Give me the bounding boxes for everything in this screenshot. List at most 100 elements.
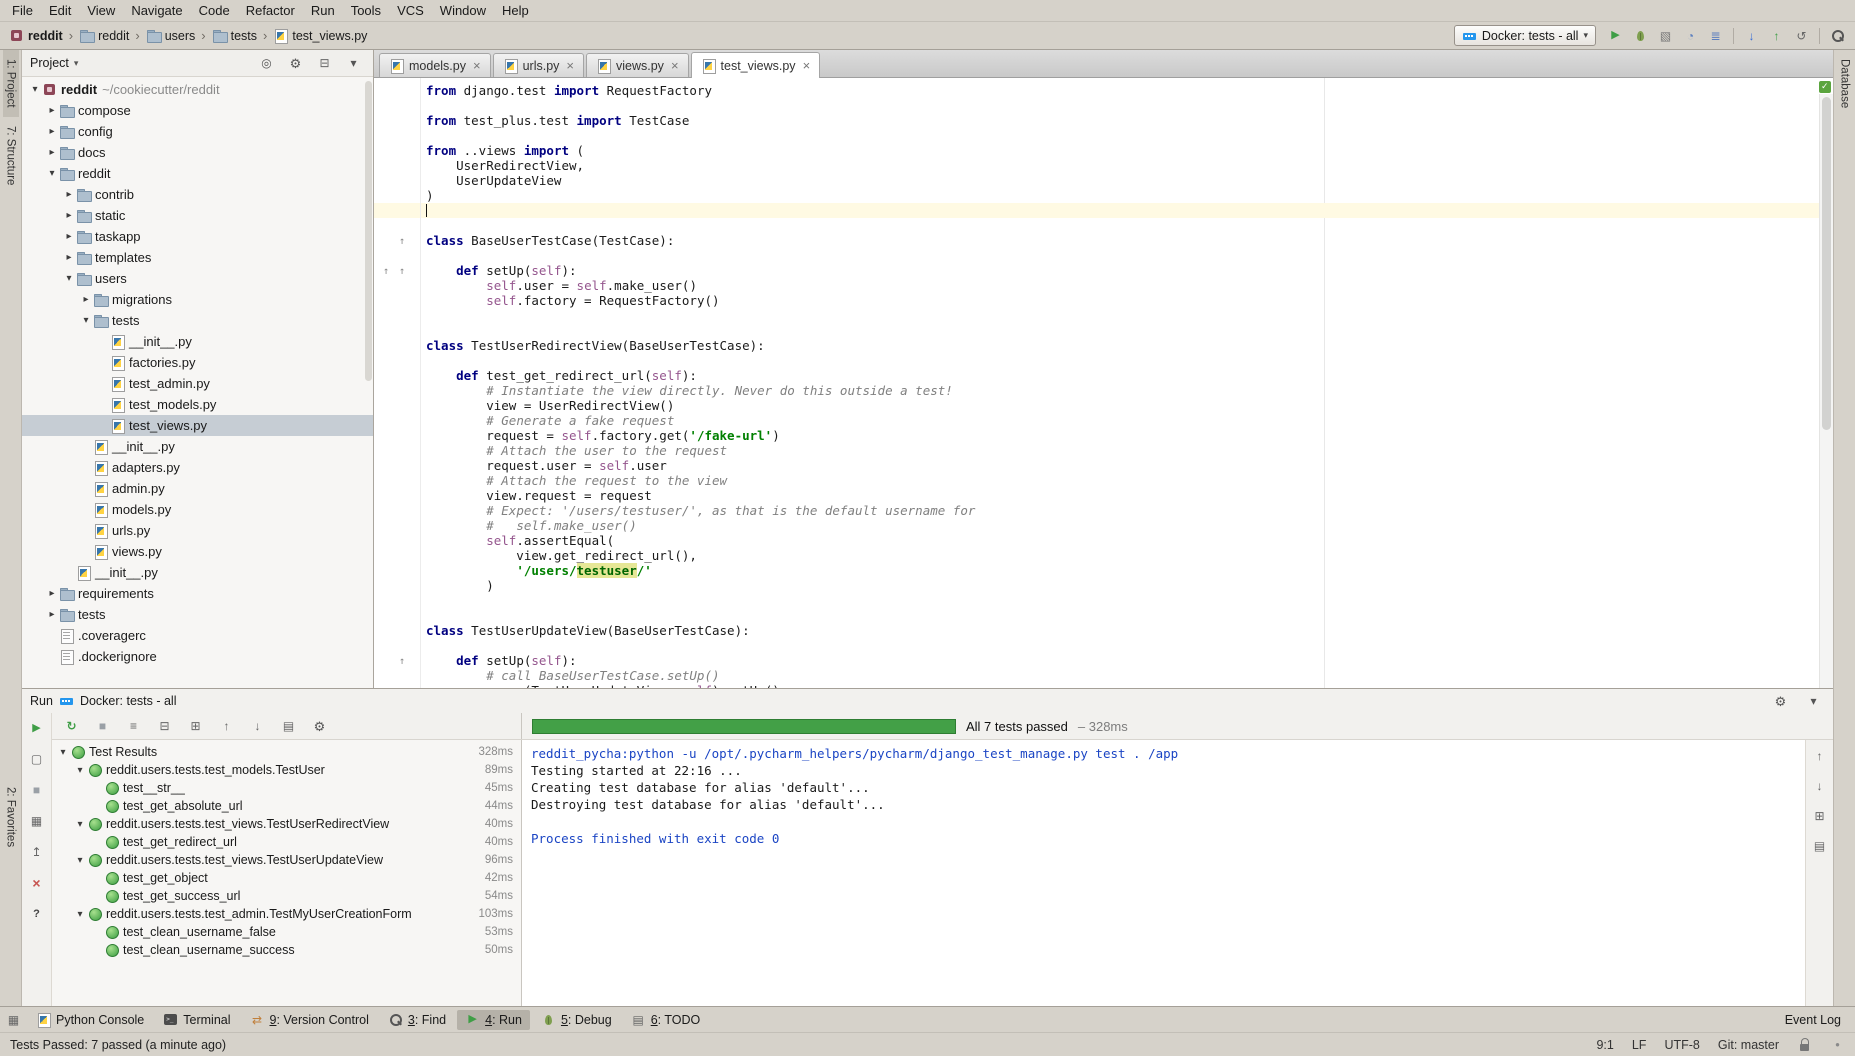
code-line[interactable]: # Expect: '/users/testuser/', as that is… [374,503,1833,518]
code-line[interactable]: def setUp(self): [374,653,1833,668]
code-line[interactable] [374,608,1833,623]
breadcrumb-item-reddit[interactable]: reddit [76,28,132,44]
menu-vcs[interactable]: VCS [389,1,432,20]
toolbar-debug-button[interactable] [1629,25,1652,47]
tree-item-templates[interactable]: ▸templates [22,247,373,268]
chevron-collapsed-icon[interactable]: ▸ [62,252,76,263]
code-line[interactable] [374,593,1833,608]
tool-stripe-1-project[interactable]: 1: Project [3,50,19,117]
chevron-collapsed-icon[interactable]: ▸ [62,189,76,200]
toolwindow-version-control[interactable]: 9: Version Control [242,1010,377,1030]
tool-stripe-7-structure[interactable]: 7: Structure [3,117,19,194]
breadcrumb-item-tests[interactable]: tests [209,28,260,44]
menu-tools[interactable]: Tools [343,1,389,20]
test-toolbar-down-button[interactable] [246,715,269,737]
code-line[interactable]: # Instantiate the view directly. Never d… [374,383,1833,398]
code-line[interactable]: # Attach the request to the view [374,473,1833,488]
code-line[interactable] [374,638,1833,653]
chevron-collapsed-icon[interactable]: ▸ [45,147,59,158]
toolwindow-find[interactable]: 3: Find [380,1010,454,1030]
console-export-button[interactable] [1808,835,1831,857]
chevron-expanded-icon[interactable]: ▾ [62,273,76,284]
tree-item-admin-py[interactable]: admin.py [22,478,373,499]
tree-item-reddit[interactable]: ▾reddit [22,163,373,184]
code-line[interactable]: self.factory = RequestFactory() [374,293,1833,308]
run-stripe-pin-button[interactable] [25,841,48,863]
tree-item-docs[interactable]: ▸docs [22,142,373,163]
inspections-ok-icon[interactable] [1819,81,1831,93]
status-9-1[interactable]: 9:1 [1596,1038,1613,1052]
run-console[interactable]: reddit_pycha:python -u /opt/.pycharm_hel… [522,740,1805,1006]
test-toolbar-expand-button[interactable] [184,715,207,737]
test-item-test-clean-username-false[interactable]: test_clean_username_false53ms [52,923,521,941]
project-header-collapse-button[interactable] [313,52,336,74]
tree-item-requirements[interactable]: ▸requirements [22,583,373,604]
menu-refactor[interactable]: Refactor [238,1,303,20]
tab-test-views-py[interactable]: test_views.py× [691,52,821,78]
notifications-icon[interactable] [1830,1038,1845,1052]
tree-item-test-admin-py[interactable]: test_admin.py [22,373,373,394]
code-line[interactable]: UserRedirectView, [374,158,1833,173]
menu-code[interactable]: Code [191,1,238,20]
editor-scrollbar[interactable] [1819,94,1833,688]
override-marker-icon[interactable]: ↑ [396,264,408,279]
chevron-down-icon[interactable]: ▾ [74,58,79,69]
toolwindow-terminal[interactable]: Terminal [155,1010,238,1030]
breadcrumb-item-test-views-py[interactable]: test_views.py [270,28,370,44]
close-icon[interactable]: × [803,58,811,73]
chevron-collapsed-icon[interactable]: ▸ [45,609,59,620]
toolwindow-debug[interactable]: 5: Debug [533,1010,620,1030]
test-item-reddit-users-tests-test-models-testuser[interactable]: ▾reddit.users.tests.test_models.TestUser… [52,761,521,779]
tree-item-dockerignore[interactable]: .dockerignore [22,646,373,667]
menu-view[interactable]: View [79,1,123,20]
run-header-settings-button[interactable] [1769,690,1792,712]
test-toolbar-export-button[interactable] [277,715,300,737]
breadcrumb-item-users[interactable]: users [143,28,199,44]
tree-item-reddit[interactable]: ▾reddit~/cookiecutter/reddit [22,79,373,100]
tree-item-static[interactable]: ▸static [22,205,373,226]
override-marker-icon[interactable]: ↑ [396,654,408,669]
status-message[interactable]: Tests Passed: 7 passed (a minute ago) [10,1038,226,1052]
breadcrumb-item-reddit[interactable]: reddit [6,28,66,44]
tree-item-factories-py[interactable]: factories.py [22,352,373,373]
tree-item-test-views-py[interactable]: test_views.py [22,415,373,436]
code-line[interactable]: class TestUserUpdateView(BaseUserTestCas… [374,623,1833,638]
close-icon[interactable]: × [473,58,481,73]
menu-run[interactable]: Run [303,1,343,20]
toolbar-vcs-update-button[interactable] [1740,25,1763,47]
code-line[interactable] [374,98,1833,113]
run-header-hide-button[interactable] [1802,690,1825,712]
test-item-test-str[interactable]: test__str__45ms [52,779,521,797]
code-line[interactable]: # call BaseUserTestCase.setUp() [374,668,1833,683]
toolbar-run-button[interactable] [1604,25,1627,47]
toolbar-profiler-button[interactable] [1679,25,1702,47]
console-down-button[interactable] [1808,775,1831,797]
run-stripe-run-button[interactable] [25,717,48,739]
chevron-collapsed-icon[interactable]: ▸ [45,126,59,137]
toolbar-coverage-button[interactable] [1654,25,1677,47]
code-line[interactable]: view.get_redirect_url(), [374,548,1833,563]
code-line[interactable]: # Generate a fake request [374,413,1833,428]
code-line[interactable]: request.user = self.user [374,458,1833,473]
code-line[interactable]: request = self.factory.get('/fake-url') [374,428,1833,443]
code-line[interactable]: self.assertEqual( [374,533,1833,548]
toolbar-concurrency-button[interactable] [1704,25,1727,47]
toolwindow-event-log[interactable]: Event Log [1777,1010,1849,1030]
run-config-selector[interactable]: Docker: tests - all ▾ [1454,25,1596,46]
toolbar-vcs-commit-button[interactable] [1765,25,1788,47]
project-tree-scrollbar[interactable] [365,81,372,381]
tab-views-py[interactable]: views.py× [586,53,689,77]
chevron-expanded-icon[interactable]: ▾ [56,747,70,758]
project-header-locate-button[interactable] [255,52,278,74]
tree-item-init-py[interactable]: __init__.py [22,436,373,457]
run-stripe-grid-button[interactable] [25,810,48,832]
tree-item-init-py[interactable]: __init__.py [22,562,373,583]
test-toolbar-rerun-button[interactable] [60,715,83,737]
test-toolbar-up-button[interactable] [215,715,238,737]
test-toolbar-filter-button[interactable] [122,715,145,737]
code-line[interactable]: from ..views import ( [374,143,1833,158]
tree-item-contrib[interactable]: ▸contrib [22,184,373,205]
status-utf-8[interactable]: UTF-8 [1664,1038,1699,1052]
code-line[interactable] [374,218,1833,233]
test-item-test-get-object[interactable]: test_get_object42ms [52,869,521,887]
